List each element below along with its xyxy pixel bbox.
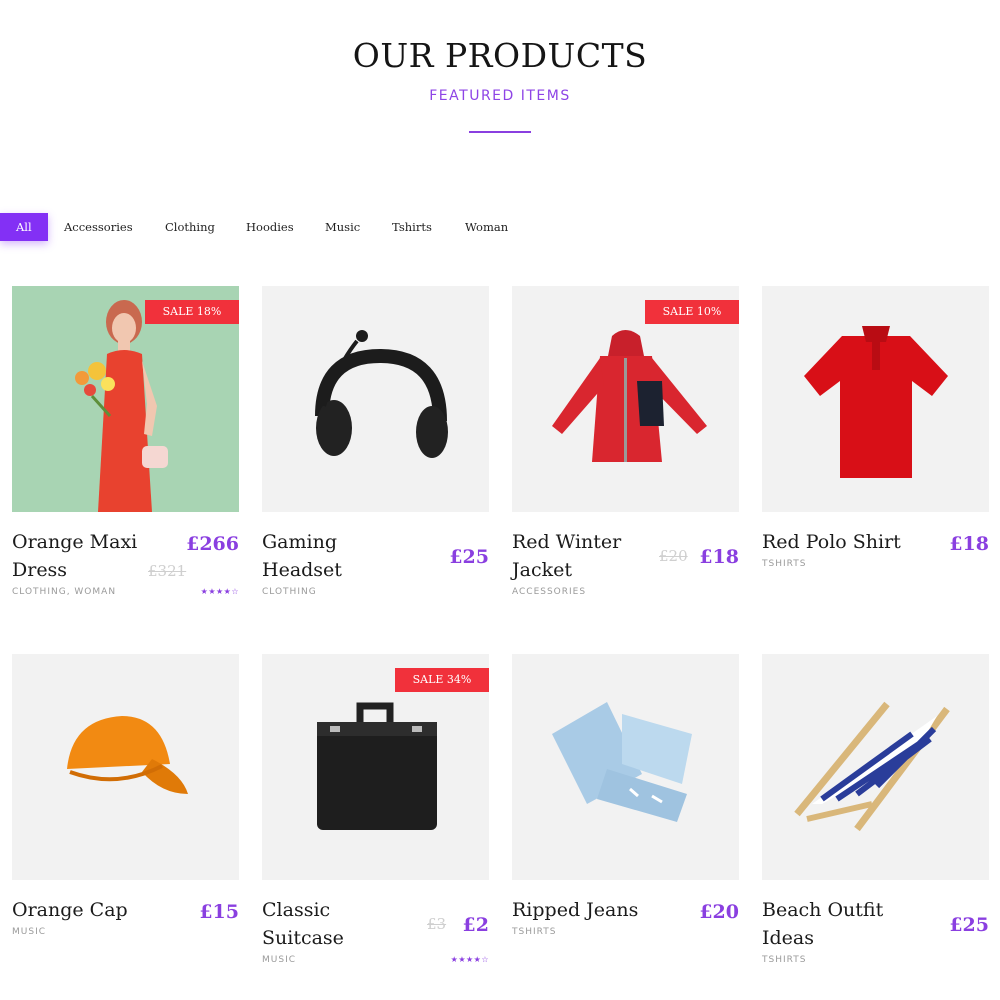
filter-music[interactable]: Music xyxy=(325,213,360,241)
product-price: £18 xyxy=(699,546,739,568)
filter-clothing[interactable]: Clothing xyxy=(165,213,215,241)
product-categories[interactable]: MUSIC xyxy=(12,927,46,937)
page-subtitle: FEATURED ITEMS xyxy=(429,88,571,104)
page-title: OUR PRODUCTS xyxy=(352,36,648,75)
title-divider xyxy=(469,131,531,133)
rating-stars: ★★★★☆ xyxy=(450,955,489,964)
rating-stars: ★★★★☆ xyxy=(200,587,239,596)
product-price: £266 xyxy=(186,533,239,555)
product-price: £25 xyxy=(949,914,989,936)
product-name[interactable]: Orange Maxi Dress xyxy=(12,528,152,584)
beach-chair-photo xyxy=(762,654,989,880)
product-categories[interactable]: CLOTHING, WOMAN xyxy=(12,587,116,597)
product-name-line2: Suitcase xyxy=(262,927,344,949)
product-price: £18 xyxy=(949,533,989,555)
polo-shirt-photo xyxy=(762,286,989,512)
product-name-line2: Headset xyxy=(262,559,342,581)
product-image[interactable] xyxy=(12,654,239,880)
filter-woman[interactable]: Woman xyxy=(465,213,508,241)
product-old-price: £20 xyxy=(659,547,688,565)
filter-hoodies[interactable]: Hoodies xyxy=(246,213,294,241)
product-image[interactable]: SALE 34% xyxy=(262,654,489,880)
product-name[interactable]: Classic Suitcase xyxy=(262,896,402,952)
product-image[interactable]: SALE 10% xyxy=(512,286,739,512)
product-name-line1: Orange Cap xyxy=(12,899,128,921)
product-categories[interactable]: MUSIC xyxy=(262,955,296,965)
product-categories[interactable]: CLOTHING xyxy=(262,587,317,597)
product-name-line2: Ideas xyxy=(762,927,814,949)
filter-accessories[interactable]: Accessories xyxy=(64,213,133,241)
product-image[interactable] xyxy=(762,654,989,880)
product-name-line1: Gaming xyxy=(262,531,337,553)
product-name[interactable]: Orange Cap xyxy=(12,896,172,924)
product-name-line1: Beach Outfit xyxy=(762,899,884,921)
product-name-line2: Jacket xyxy=(512,559,572,581)
product-old-price: £3 xyxy=(427,915,447,933)
product-name-line1: Red Winter xyxy=(512,531,622,553)
product-image[interactable]: SALE 18% xyxy=(12,286,239,512)
sale-badge: SALE 10% xyxy=(645,300,739,324)
product-categories[interactable]: ACCESSORIES xyxy=(512,587,586,597)
sale-badge: SALE 34% xyxy=(395,668,489,692)
product-image[interactable] xyxy=(262,286,489,512)
product-name[interactable]: Ripped Jeans xyxy=(512,896,672,924)
product-old-price: £321 xyxy=(148,562,187,580)
product-name[interactable]: Gaming Headset xyxy=(262,528,402,584)
product-image[interactable] xyxy=(512,654,739,880)
product-name[interactable]: Red Winter Jacket xyxy=(512,528,652,584)
sale-badge: SALE 18% xyxy=(145,300,239,324)
filter-all[interactable]: All xyxy=(0,213,48,241)
product-name[interactable]: Beach Outfit Ideas xyxy=(762,896,902,952)
product-name-line1: Classic xyxy=(262,899,331,921)
product-price: £15 xyxy=(199,901,239,923)
jeans-photo xyxy=(512,654,739,880)
product-name[interactable]: Red Polo Shirt xyxy=(762,528,922,556)
product-name-line1: Red Polo Shirt xyxy=(762,531,901,553)
product-price: £25 xyxy=(449,546,489,568)
product-categories[interactable]: TSHIRTS xyxy=(762,955,806,965)
product-categories[interactable]: TSHIRTS xyxy=(512,927,556,937)
product-name-line1: Ripped Jeans xyxy=(512,899,639,921)
product-image[interactable] xyxy=(762,286,989,512)
product-name-line1: Orange Maxi xyxy=(12,531,138,553)
headset-photo xyxy=(262,286,489,512)
product-name-line2: Dress xyxy=(12,559,68,581)
product-price: £20 xyxy=(699,901,739,923)
product-categories[interactable]: TSHIRTS xyxy=(762,559,806,569)
cap-photo xyxy=(12,654,239,880)
product-price: £2 xyxy=(462,914,489,936)
filter-tshirts[interactable]: Tshirts xyxy=(392,213,432,241)
